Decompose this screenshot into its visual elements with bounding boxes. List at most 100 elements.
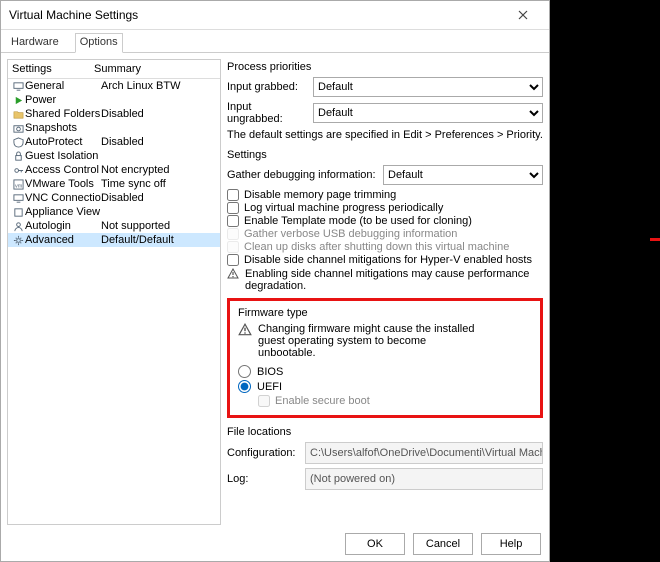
settings-item-name: Shared Folders — [25, 108, 101, 120]
firmware-type-group: Firmware type Changing firmware might ca… — [227, 298, 543, 418]
folder-icon — [11, 109, 25, 120]
cb-template-mode-label: Enable Template mode (to be used for clo… — [244, 215, 472, 227]
cb-disable-mem-trim[interactable] — [227, 189, 239, 201]
key-icon — [11, 165, 25, 176]
settings-item-vmware-tools[interactable]: vmVMware ToolsTime sync off — [8, 177, 220, 191]
vm-icon: vm — [11, 179, 25, 190]
priority-note: The default settings are specified in Ed… — [227, 129, 543, 141]
input-ungrabbed-label: Input ungrabbed: — [227, 101, 307, 125]
settings-item-vnc-connections[interactable]: VNC ConnectionsDisabled — [8, 191, 220, 205]
section-firmware: Firmware type — [238, 307, 532, 319]
gather-debug-select[interactable]: Default — [383, 165, 543, 185]
section-file-locations: File locations — [227, 426, 543, 438]
gather-debug-label: Gather debugging information: — [227, 169, 377, 181]
tab-options[interactable]: Options — [75, 33, 123, 53]
power-icon — [11, 95, 25, 106]
settings-item-summary: Disabled — [101, 136, 217, 148]
settings-item-name: Guest Isolation — [25, 150, 101, 162]
config-label: Configuration: — [227, 447, 299, 459]
settings-item-shared-folders[interactable]: Shared FoldersDisabled — [8, 107, 220, 121]
settings-item-name: Access Control — [25, 164, 101, 176]
settings-item-autologin[interactable]: AutologinNot supported — [8, 219, 220, 233]
settings-item-summary: Default/Default — [101, 234, 217, 246]
settings-item-summary: Disabled — [101, 192, 217, 204]
settings-item-appliance-view[interactable]: Appliance View — [8, 205, 220, 219]
radio-uefi[interactable] — [238, 380, 251, 393]
settings-item-name: AutoProtect — [25, 136, 101, 148]
col-settings: Settings — [8, 60, 90, 78]
settings-item-autoprotect[interactable]: AutoProtectDisabled — [8, 135, 220, 149]
tab-bar: Hardware Options — [1, 30, 549, 53]
cb-template-mode[interactable] — [227, 215, 239, 227]
settings-item-name: Advanced — [25, 234, 101, 246]
settings-item-name: Snapshots — [25, 122, 101, 134]
settings-item-summary: Not encrypted — [101, 164, 217, 176]
settings-list-header: Settings Summary — [8, 60, 220, 79]
monitor-icon — [11, 193, 25, 204]
settings-item-summary: Time sync off — [101, 178, 217, 190]
cb-disable-mem-trim-label: Disable memory page trimming — [244, 189, 396, 201]
settings-item-snapshots[interactable]: Snapshots — [8, 121, 220, 135]
settings-item-name: Power — [25, 94, 101, 106]
settings-detail: Process priorities Input grabbed: Defaul… — [227, 59, 543, 525]
settings-item-name: VNC Connections — [25, 192, 101, 204]
monitor-icon — [11, 81, 25, 92]
input-grabbed-select[interactable]: Default — [313, 77, 543, 97]
cb-verbose-usb — [227, 228, 239, 240]
input-grabbed-label: Input grabbed: — [227, 81, 307, 93]
cb-cleanup-disks-label: Clean up disks after shutting down this … — [244, 241, 509, 253]
settings-item-access-control[interactable]: Access ControlNot encrypted — [8, 163, 220, 177]
radio-uefi-label: UEFI — [257, 381, 282, 393]
window-title: Virtual Machine Settings — [9, 1, 138, 29]
firmware-warning: Changing firmware might cause the instal… — [258, 323, 478, 359]
cancel-button[interactable]: Cancel — [413, 533, 473, 555]
config-field[interactable]: C:\Users\alfof\OneDrive\Documenti\Virtua… — [305, 442, 543, 464]
cb-secure-boot-label: Enable secure boot — [275, 395, 370, 407]
close-icon — [518, 10, 528, 20]
camera-icon — [11, 123, 25, 134]
cb-log-progress[interactable] — [227, 202, 239, 214]
warning-icon — [238, 323, 252, 340]
col-summary: Summary — [90, 60, 220, 78]
settings-item-name: VMware Tools — [25, 178, 101, 190]
box-icon — [11, 207, 25, 218]
cb-secure-boot — [258, 395, 270, 407]
user-icon — [11, 221, 25, 232]
tab-hardware[interactable]: Hardware — [7, 34, 63, 52]
radio-bios[interactable] — [238, 365, 251, 378]
log-label: Log: — [227, 473, 299, 485]
close-button[interactable] — [505, 1, 541, 29]
ok-button[interactable]: OK — [345, 533, 405, 555]
lock-icon — [11, 151, 25, 162]
help-button[interactable]: Help — [481, 533, 541, 555]
radio-bios-label: BIOS — [257, 366, 283, 378]
input-ungrabbed-select[interactable]: Default — [313, 103, 543, 123]
shield-icon — [11, 137, 25, 148]
settings-item-name: Autologin — [25, 220, 101, 232]
settings-item-summary: Arch Linux BTW — [101, 80, 217, 92]
external-red-marker — [650, 238, 660, 241]
cb-cleanup-disks — [227, 241, 239, 253]
cb-disable-sidechannel-label: Disable side channel mitigations for Hyp… — [244, 254, 532, 266]
section-settings: Settings — [227, 149, 543, 161]
settings-item-summary: Disabled — [101, 108, 217, 120]
log-field[interactable]: (Not powered on) — [305, 468, 543, 490]
warning-icon — [227, 268, 239, 280]
settings-item-name: Appliance View — [25, 206, 101, 218]
svg-text:vm: vm — [15, 183, 23, 189]
settings-item-guest-isolation[interactable]: Guest Isolation — [8, 149, 220, 163]
settings-item-advanced[interactable]: AdvancedDefault/Default — [8, 233, 220, 247]
cb-verbose-usb-label: Gather verbose USB debugging information — [244, 228, 457, 240]
vm-settings-dialog: Virtual Machine Settings Hardware Option… — [0, 0, 550, 562]
settings-item-summary: Not supported — [101, 220, 217, 232]
settings-item-name: General — [25, 80, 101, 92]
cb-disable-sidechannel[interactable] — [227, 254, 239, 266]
cb-log-progress-label: Log virtual machine progress periodicall… — [244, 202, 443, 214]
gear-icon — [11, 235, 25, 246]
title-bar: Virtual Machine Settings — [1, 1, 549, 30]
settings-item-power[interactable]: Power — [8, 93, 220, 107]
sidechannel-warning: Enabling side channel mitigations may ca… — [245, 268, 543, 292]
dialog-buttons: OK Cancel Help — [345, 533, 541, 555]
settings-item-general[interactable]: GeneralArch Linux BTW — [8, 79, 220, 93]
settings-list: Settings Summary GeneralArch Linux BTWPo… — [7, 59, 221, 525]
